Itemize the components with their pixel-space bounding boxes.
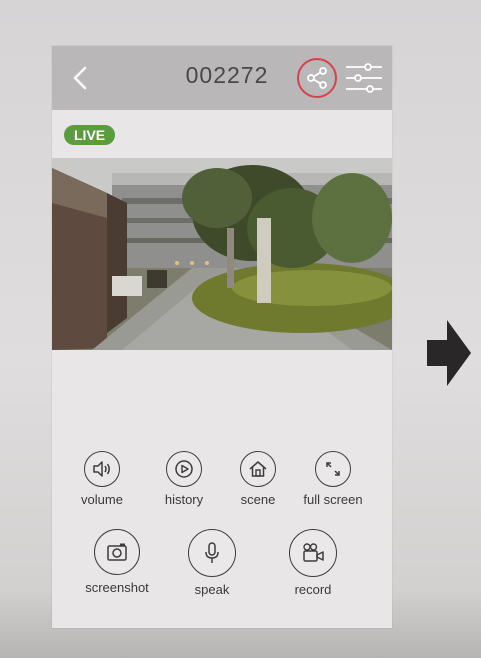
volume-control[interactable]: volume xyxy=(69,451,135,507)
record-button[interactable] xyxy=(289,529,337,577)
video-camera-icon xyxy=(303,543,324,562)
history-button[interactable] xyxy=(166,451,202,487)
right-arrow-icon xyxy=(427,320,471,386)
phone-screen: 002272 LIVE volume history scene full sc… xyxy=(52,46,392,628)
scene-button[interactable] xyxy=(240,451,276,487)
play-icon xyxy=(175,460,193,478)
volume-label: volume xyxy=(81,492,123,507)
camera-icon xyxy=(107,543,127,561)
camera-view-image xyxy=(52,158,392,350)
scene-control[interactable]: scene xyxy=(228,451,288,507)
controls-row-1: volume history scene full screen xyxy=(52,451,392,521)
record-control[interactable]: record xyxy=(278,529,348,597)
device-title: 002272 xyxy=(185,62,269,88)
speak-control[interactable]: speak xyxy=(177,529,247,597)
back-arrow-icon[interactable] xyxy=(68,64,92,92)
scene-label: scene xyxy=(240,492,276,507)
share-button[interactable] xyxy=(297,58,337,98)
screenshot-button[interactable] xyxy=(94,529,140,575)
volume-button[interactable] xyxy=(84,451,120,487)
controls-row-2: screenshot speak record xyxy=(52,529,392,619)
settings-sliders-icon[interactable] xyxy=(344,60,384,96)
full-screen-control[interactable]: full screen xyxy=(292,451,374,507)
live-video-feed[interactable] xyxy=(52,158,392,350)
record-label: record xyxy=(294,582,332,597)
full-screen-label: full screen xyxy=(303,492,363,507)
top-bar: 002272 xyxy=(52,46,392,110)
speak-button[interactable] xyxy=(188,529,236,577)
speak-label: speak xyxy=(194,582,230,597)
home-icon xyxy=(249,461,267,477)
screenshot-control[interactable]: screenshot xyxy=(77,529,157,595)
share-icon xyxy=(307,67,327,89)
history-control[interactable]: history xyxy=(149,451,219,507)
live-badge: LIVE xyxy=(64,125,116,145)
expand-icon xyxy=(326,462,340,476)
screenshot-label: screenshot xyxy=(85,580,149,595)
volume-icon xyxy=(93,461,110,477)
history-label: history xyxy=(164,492,204,507)
full-screen-button[interactable] xyxy=(315,451,351,487)
microphone-icon xyxy=(205,542,219,563)
